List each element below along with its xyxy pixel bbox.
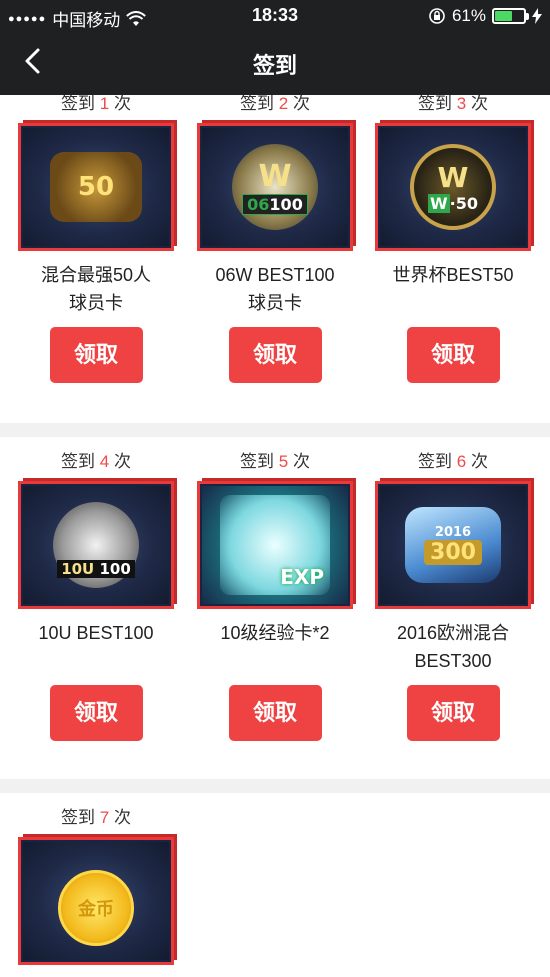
exp-card-icon: EXP xyxy=(220,495,330,595)
reward-image-frame: 50 xyxy=(18,123,174,251)
signin-count: 签到 1 次 xyxy=(61,95,131,113)
reward-name: 世界杯BEST50 xyxy=(392,265,514,285)
claim-button[interactable]: 领取 xyxy=(228,685,322,741)
battery-icon xyxy=(492,8,529,24)
reward-card-2: 签到 2 次 W 06100 06W BEST100 球员卡 领取 xyxy=(186,95,364,383)
claim-button[interactable]: 领取 xyxy=(228,327,322,383)
signin-count: 签到 4 次 xyxy=(61,452,131,471)
reward-card-3: 签到 3 次 W W ·50 世界杯BEST50 领取 xyxy=(364,95,542,383)
battery-fill xyxy=(495,11,513,21)
w-best100-badge-icon: W 06100 xyxy=(232,144,318,230)
orientation-lock-icon xyxy=(429,8,445,24)
top-bar: ●●●●● 中国移动 18:33 61% 签到 xyxy=(0,0,550,95)
reward-image-frame: W 06100 xyxy=(197,123,353,251)
signin-count: 签到 5 次 xyxy=(240,452,310,471)
signin-count: 签到 7 次 xyxy=(61,808,131,827)
claim-button[interactable]: 领取 xyxy=(49,685,143,741)
reward-image-frame: W W ·50 xyxy=(375,123,531,251)
reward-image-frame: EXP xyxy=(197,481,353,609)
reward-card-5: 签到 5 次 EXP 10级经验卡*2 领取 xyxy=(186,451,364,741)
reward-card-4: 签到 4 次 10U 100 10U BEST100 领取 xyxy=(7,451,185,741)
2016-best300-badge-icon: 2016 300 xyxy=(405,507,501,583)
signin-count: 签到 6 次 xyxy=(418,452,488,471)
battery-percent: 61% xyxy=(451,6,486,25)
nav-bar: 签到 xyxy=(0,32,550,95)
reward-card-7: 签到 7 次 金币 xyxy=(7,807,185,965)
signin-count: 签到 2 次 xyxy=(240,95,310,113)
reward-list[interactable]: 签到 1 次 50 混合最强50人 球员卡 领取 签到 2 次 W 06100 0… xyxy=(0,95,550,977)
reward-image-frame: 金币 xyxy=(18,837,174,965)
claim-button[interactable]: 领取 xyxy=(49,327,143,383)
status-bar: ●●●●● 中国移动 18:33 61% xyxy=(0,0,550,32)
player-card-50-icon: 50 xyxy=(50,152,142,222)
reward-name: 2016欧洲混合 BEST300 xyxy=(396,623,510,671)
claim-button[interactable]: 领取 xyxy=(406,327,500,383)
charging-bolt-icon xyxy=(532,8,542,24)
reward-row-1: 签到 1 次 50 混合最强50人 球员卡 领取 签到 2 次 W 06100 0… xyxy=(0,95,550,423)
reward-name: 10U BEST100 xyxy=(38,623,154,643)
page-title: 签到 xyxy=(252,53,297,78)
signin-count: 签到 3 次 xyxy=(418,95,488,113)
w-best50-badge-icon: W W ·50 xyxy=(410,144,496,230)
reward-name: 06W BEST100 球员卡 xyxy=(215,265,335,313)
reward-name: 混合最强50人 球员卡 xyxy=(40,265,152,313)
reward-card-1: 签到 1 次 50 混合最强50人 球员卡 领取 xyxy=(7,95,185,383)
reward-image-frame: 10U 100 xyxy=(18,481,174,609)
status-right: 61% xyxy=(428,6,542,26)
reward-image-frame: 2016 300 xyxy=(375,481,531,609)
reward-card-6: 签到 6 次 2016 300 2016欧洲混合 BEST300 领取 xyxy=(364,451,542,741)
gold-coin-icon: 金币 xyxy=(58,870,134,946)
reward-name: 10级经验卡*2 xyxy=(220,623,330,643)
reward-row-2: 签到 4 次 10U 100 10U BEST100 领取 签到 5 次 EXP… xyxy=(0,437,550,779)
reward-row-3: 签到 7 次 金币 xyxy=(0,793,550,977)
soccer-ball-badge-icon: 10U 100 xyxy=(53,502,139,588)
claim-button[interactable]: 领取 xyxy=(406,685,500,741)
